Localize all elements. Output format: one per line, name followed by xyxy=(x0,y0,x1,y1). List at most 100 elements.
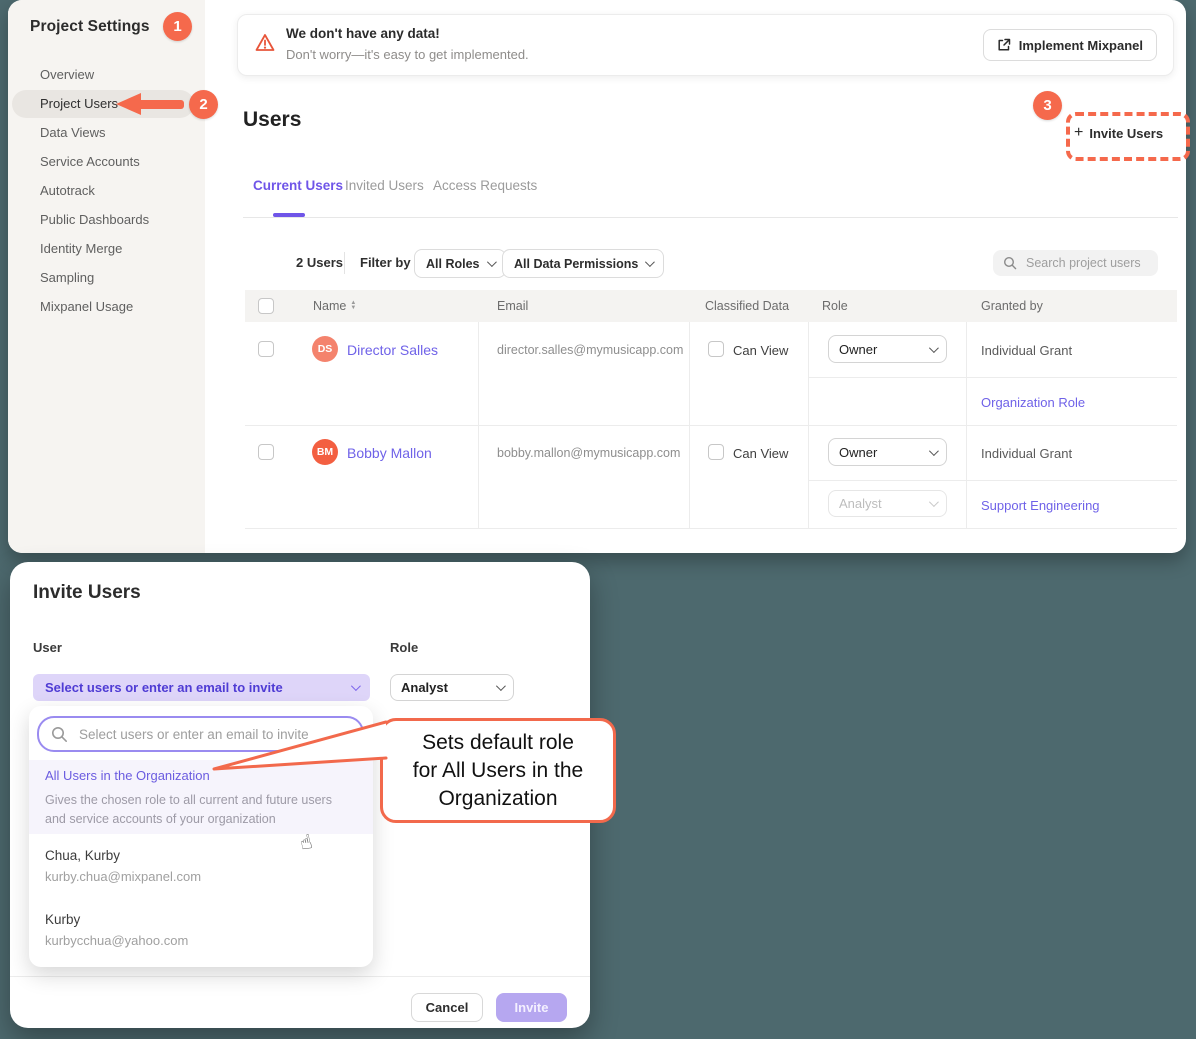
invite-button[interactable]: Invite xyxy=(496,993,567,1022)
sub-row-divider xyxy=(808,480,1177,481)
tab-invited-users[interactable]: Invited Users xyxy=(345,178,424,193)
warning-icon xyxy=(254,32,276,54)
page-title: Project Settings xyxy=(30,18,150,36)
step-badge-2: 2 xyxy=(189,90,218,119)
user-field-label: User xyxy=(33,640,62,655)
roles-filter-value: All Roles xyxy=(426,257,480,271)
cancel-button[interactable]: Cancel xyxy=(411,993,483,1022)
can-view-label: Can View xyxy=(733,446,788,461)
sidebar-item-public-dashboards[interactable]: Public Dashboards xyxy=(40,206,149,234)
annotation-arrow-icon xyxy=(116,93,141,115)
implement-mixpanel-label: Implement Mixpanel xyxy=(1019,38,1143,53)
table-row: BM Bobby Mallon bobby.mallon@mymusicapp.… xyxy=(245,425,1177,528)
role-select[interactable]: Owner xyxy=(828,438,947,466)
dialog-footer-divider xyxy=(10,976,590,977)
permissions-filter-value: All Data Permissions xyxy=(514,257,638,271)
tab-access-requests[interactable]: Access Requests xyxy=(433,178,537,193)
sidebar: Project Settings Overview Project Users … xyxy=(8,0,205,553)
chevron-down-icon xyxy=(496,681,506,691)
row-checkbox[interactable] xyxy=(258,444,274,460)
sidebar-item-data-views[interactable]: Data Views xyxy=(40,119,106,147)
sidebar-item-service-accounts[interactable]: Service Accounts xyxy=(40,148,140,176)
chevron-down-icon xyxy=(351,681,361,691)
annotation-arrow-shaft xyxy=(140,100,184,109)
external-link-icon xyxy=(997,38,1011,52)
step-badge-3: 3 xyxy=(1033,91,1062,120)
permissions-filter-dropdown[interactable]: All Data Permissions xyxy=(502,249,664,278)
option-all-users-title[interactable]: All Users in the Organization xyxy=(45,768,210,783)
column-header-classified: Classified Data xyxy=(705,299,789,313)
tabs-divider xyxy=(243,217,1178,218)
annotation-callout: Sets default role for All Users in the O… xyxy=(380,718,616,823)
settings-panel: Project Settings Overview Project Users … xyxy=(8,0,1186,553)
granted-by-value: Individual Grant xyxy=(981,343,1072,358)
sub-row-divider xyxy=(808,377,1177,378)
sidebar-item-project-users[interactable]: Project Users xyxy=(40,90,118,118)
chevron-down-icon xyxy=(486,257,496,267)
column-header-name[interactable]: Name▲▼ xyxy=(313,299,356,313)
search-icon xyxy=(1003,256,1017,270)
granted-by-value: Individual Grant xyxy=(981,446,1072,461)
sidebar-item-autotrack[interactable]: Autotrack xyxy=(40,177,95,205)
callout-line: for All Users in the xyxy=(413,757,583,785)
option-chua-kurby[interactable]: Chua, Kurby kurby.chua@mixpanel.com xyxy=(29,842,373,892)
user-name-link[interactable]: Bobby Mallon xyxy=(347,445,432,461)
user-select[interactable]: Select users or enter an email to invite xyxy=(33,674,370,701)
avatar: BM xyxy=(312,439,338,465)
sidebar-item-overview[interactable]: Overview xyxy=(40,61,94,89)
user-email: bobby.mallon@mymusicapp.com xyxy=(497,446,680,460)
user-select-value: Select users or enter an email to invite xyxy=(45,680,283,695)
chevron-down-icon xyxy=(645,257,655,267)
can-view-checkbox[interactable] xyxy=(708,444,724,460)
banner-subtitle: Don't worry—it's easy to get implemented… xyxy=(286,47,529,62)
select-all-checkbox[interactable] xyxy=(258,298,274,314)
search-icon xyxy=(51,726,68,743)
plus-icon: + xyxy=(1074,125,1083,141)
no-data-banner: We don't have any data! Don't worry—it's… xyxy=(237,14,1174,76)
granted-by-link[interactable]: Organization Role xyxy=(981,395,1085,410)
sidebar-item-sampling[interactable]: Sampling xyxy=(40,264,94,292)
callout-line: Sets default role xyxy=(422,729,574,757)
sidebar-item-mixpanel-usage[interactable]: Mixpanel Usage xyxy=(40,293,133,321)
dialog-role-select[interactable]: Analyst xyxy=(390,674,514,701)
step-badge-1: 1 xyxy=(163,12,192,41)
role-field-label: Role xyxy=(390,640,418,655)
can-view-label: Can View xyxy=(733,343,788,358)
chevron-down-icon xyxy=(929,497,939,507)
sidebar-item-identity-merge[interactable]: Identity Merge xyxy=(40,235,122,263)
invite-users-button[interactable]: + Invite Users xyxy=(1074,121,1178,145)
table-bottom-divider xyxy=(245,528,1177,529)
chevron-down-icon xyxy=(929,446,939,456)
filter-separator xyxy=(344,252,345,274)
role-select[interactable]: Owner xyxy=(828,335,947,363)
user-email: director.salles@mymusicapp.com xyxy=(497,343,683,357)
implement-mixpanel-button[interactable]: Implement Mixpanel xyxy=(983,29,1157,61)
dialog-role-value: Analyst xyxy=(401,680,448,695)
tab-current-users[interactable]: Current Users xyxy=(253,178,343,193)
banner-title: We don't have any data! xyxy=(286,26,440,41)
user-name-link[interactable]: Director Salles xyxy=(347,342,438,358)
callout-line: Organization xyxy=(438,785,557,813)
dialog-title: Invite Users xyxy=(33,582,141,604)
search-project-users[interactable] xyxy=(993,250,1158,276)
users-heading: Users xyxy=(243,108,301,132)
column-header-role: Role xyxy=(822,299,848,313)
role-select-disabled: Analyst xyxy=(828,490,947,517)
avatar: DS xyxy=(312,336,338,362)
can-view-checkbox[interactable] xyxy=(708,341,724,357)
option-all-users-desc: Gives the chosen role to all current and… xyxy=(45,791,345,829)
option-kurby[interactable]: Kurby kurbycchua@yahoo.com xyxy=(29,906,373,956)
roles-filter-dropdown[interactable]: All Roles xyxy=(414,249,506,278)
table-header: Name▲▼ Email Classified Data Role Grante… xyxy=(245,290,1177,322)
user-count: 2 Users xyxy=(296,255,343,270)
column-header-email: Email xyxy=(497,299,528,313)
row-checkbox[interactable] xyxy=(258,341,274,357)
table-row: DS Director Salles director.salles@mymus… xyxy=(245,322,1177,425)
sort-icon: ▲▼ xyxy=(350,301,356,311)
settings-content: We don't have any data! Don't worry—it's… xyxy=(205,0,1186,553)
callout-tail xyxy=(200,710,390,790)
granted-by-link[interactable]: Support Engineering xyxy=(981,498,1100,513)
filter-by-label: Filter by xyxy=(360,255,411,270)
invite-users-label: Invite Users xyxy=(1089,126,1163,141)
search-project-users-input[interactable] xyxy=(1024,255,1148,271)
